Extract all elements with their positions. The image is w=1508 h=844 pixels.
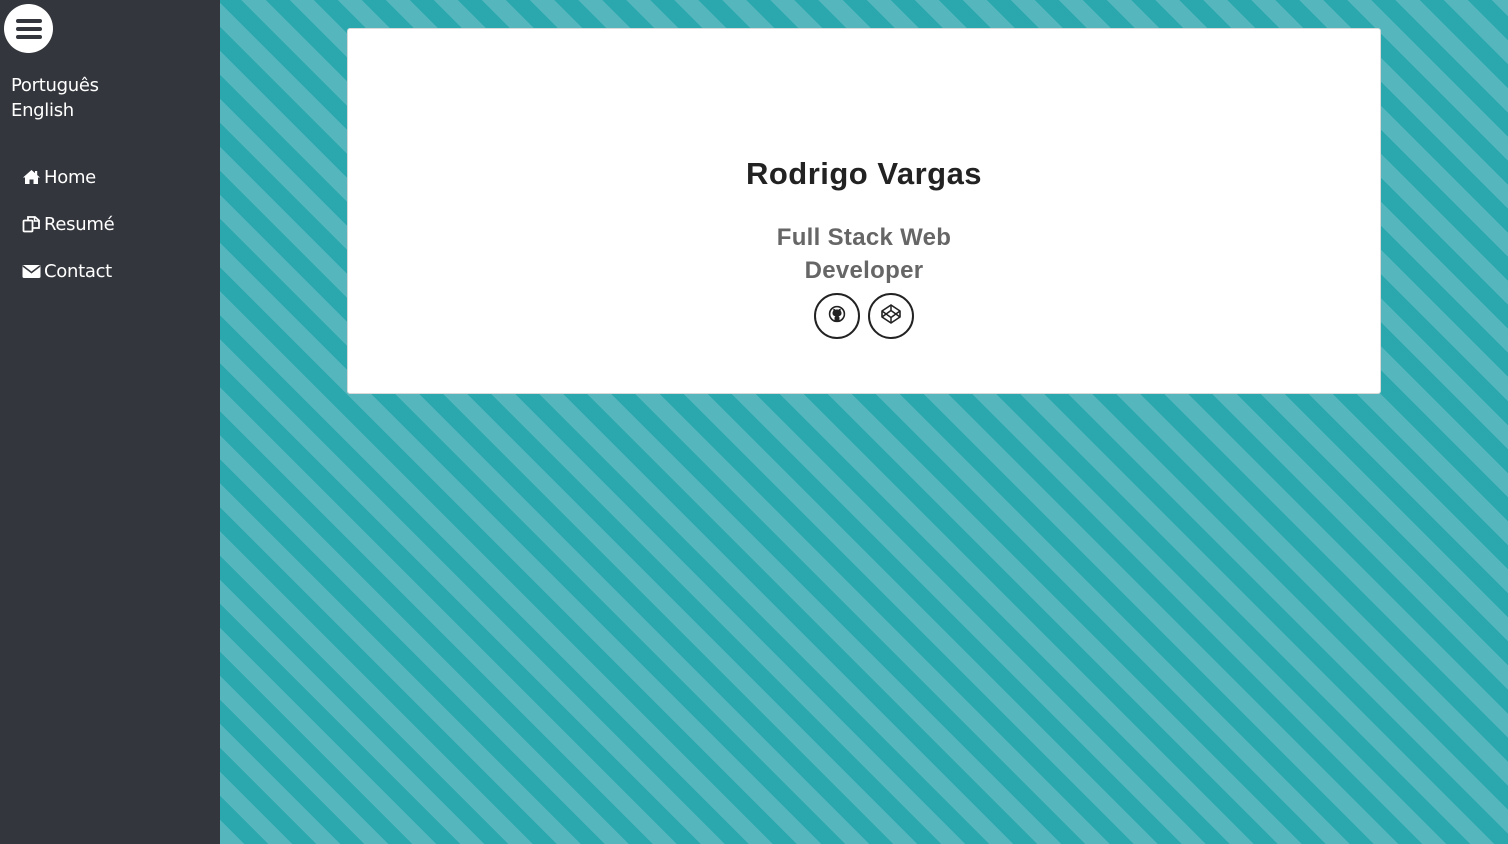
nav-label-resume: Resumé [44, 213, 115, 235]
profile-name: Rodrigo Vargas [745, 156, 983, 191]
nav-item-contact[interactable]: Contact [22, 258, 114, 284]
menu-toggle-button[interactable] [4, 4, 53, 53]
language-portugues-link[interactable]: Português [11, 73, 99, 98]
language-list: Português English [11, 73, 99, 123]
codepen-link[interactable] [868, 293, 914, 339]
nav-label-home: Home [44, 166, 96, 188]
hamburger-menu-icon [15, 18, 42, 39]
home-icon [22, 168, 41, 186]
main-content: Rodrigo Vargas Full Stack Web Developer [220, 0, 1508, 844]
profile-card: Rodrigo Vargas Full Stack Web Developer [347, 28, 1381, 394]
nav-item-home[interactable]: Home [22, 164, 114, 190]
language-english-link[interactable]: English [11, 98, 99, 123]
github-link[interactable] [814, 293, 860, 339]
github-icon [827, 304, 847, 328]
sidebar-nav: Home Resumé Contact [22, 164, 115, 305]
nav-item-resume[interactable]: Resumé [22, 211, 115, 237]
codepen-icon [880, 303, 902, 329]
nav-label-contact: Contact [44, 260, 112, 282]
envelope-icon [22, 262, 41, 280]
copy-icon [22, 215, 41, 233]
social-links [348, 293, 1380, 339]
profile-title-line1: Full Stack Web [776, 224, 952, 251]
profile-title-line2: Developer [804, 257, 924, 284]
profile-title: Full Stack Web Developer [348, 221, 1380, 287]
sidebar: Português English Home Resumé Contact [0, 0, 220, 844]
